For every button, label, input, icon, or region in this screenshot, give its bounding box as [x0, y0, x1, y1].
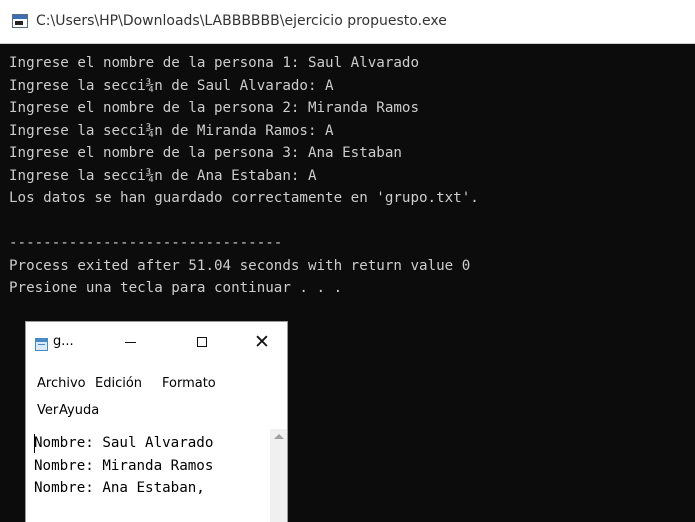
notepad-icon [35, 338, 48, 351]
vertical-scrollbar[interactable] [270, 429, 287, 522]
menu-ver[interactable]: Ver [37, 403, 58, 418]
text-line: Nombre: Ana Estaban, [34, 480, 205, 496]
maximize-button[interactable] [182, 327, 222, 357]
menu-edicion[interactable]: Edición [95, 376, 142, 391]
scroll-up-icon[interactable] [274, 434, 284, 439]
console-title: C:\Users\HP\Downloads\LABBBBBB\ejercicio… [36, 13, 447, 29]
minimize-button[interactable] [110, 327, 150, 357]
console-line: Presione una tecla para continuar . . . [9, 280, 343, 296]
minimize-icon [124, 341, 136, 343]
console-output[interactable]: Ingrese el nombre de la persona 1: Saul … [9, 52, 689, 322]
text-line: Nombre: Saul Alvarado [34, 435, 214, 451]
notepad-window[interactable]: g... ✕ Archivo Edición Formato Ver Ayuda… [25, 321, 288, 522]
text-line: Nombre: Miranda Ramos [34, 457, 214, 474]
close-button[interactable]: ✕ [242, 327, 282, 357]
console-line: Ingrese la secci¾n de Miranda Ramos: A [9, 122, 334, 139]
notepad-menubar: Archivo Edición Formato Ver Ayuda [26, 368, 287, 428]
text-caret [34, 434, 35, 453]
console-line: Ingrese el nombre de la persona 2: Miran… [9, 100, 419, 116]
console-line: Ingrese la secci¾n de Ana Estaban: A [9, 167, 317, 184]
notepad-text: Nombre: Saul Alvarado Nombre: Miranda Ram… [34, 432, 272, 520]
menu-archivo[interactable]: Archivo [37, 376, 86, 391]
console-line: Ingrese el nombre de la persona 1: Saul … [9, 55, 419, 71]
console-titlebar[interactable]: C:\Users\HP\Downloads\LABBBBBB\ejercicio… [0, 0, 695, 44]
maximize-icon [197, 337, 207, 347]
notepad-text-area[interactable]: Nombre: Saul Alvarado Nombre: Miranda Ram… [26, 429, 287, 522]
notepad-title: g... [53, 334, 74, 349]
menu-ayuda[interactable]: Ayuda [59, 403, 99, 418]
console-line: Los datos se han guardado correctamente … [9, 190, 479, 206]
close-icon: ✕ [254, 330, 270, 353]
console-app-icon [12, 14, 28, 28]
console-line: Ingrese la secci¾n de Saul Alvarado: A [9, 77, 334, 94]
console-line: Process exited after 51.04 seconds with … [9, 257, 471, 274]
console-line: Ingrese el nombre de la persona 3: Ana E… [9, 145, 402, 161]
notepad-titlebar[interactable]: g... ✕ [26, 322, 287, 362]
menu-formato[interactable]: Formato [162, 376, 216, 391]
console-separator: -------------------------------- [9, 235, 283, 251]
